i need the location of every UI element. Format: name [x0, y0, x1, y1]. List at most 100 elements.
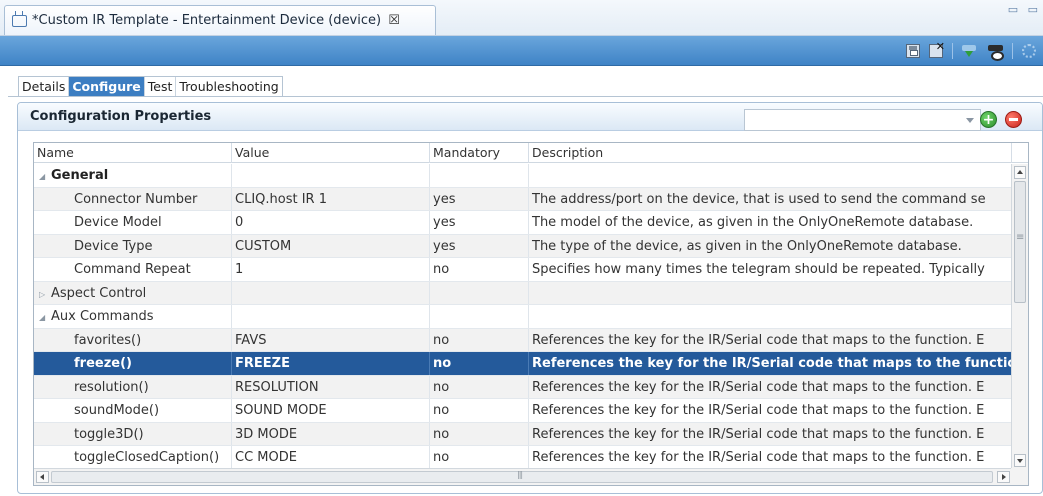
column-header-description[interactable]: Description: [529, 143, 1012, 163]
scroll-down-icon[interactable]: [1014, 454, 1026, 467]
settings-button[interactable]: [1019, 41, 1039, 61]
row-name: Connector Number: [74, 191, 198, 207]
cell-description: References the key for the IR/Serial cod…: [529, 352, 1012, 375]
cell-value[interactable]: [232, 281, 430, 304]
cell-description: References the key for the IR/Serial cod…: [529, 446, 1012, 469]
table-row[interactable]: freeze() FREEZE no References the key for t…: [34, 352, 1012, 376]
cell-name: toggleClosedCaption(): [34, 446, 232, 469]
cell-mandatory: yes: [430, 234, 529, 257]
cell-value[interactable]: [232, 164, 430, 187]
add-button[interactable]: +: [980, 111, 997, 128]
cell-description: [529, 281, 1012, 304]
cell-value[interactable]: CLIQ.host IR 1: [232, 187, 430, 210]
cell-name: ▷ Aspect Control: [34, 281, 232, 305]
cell-mandatory: yes: [430, 187, 529, 210]
tab-test[interactable]: Test: [145, 77, 177, 96]
cell-value[interactable]: CUSTOM: [232, 234, 430, 257]
scroll-corner: [1011, 468, 1028, 485]
horizontal-scrollbar[interactable]: [34, 468, 1012, 485]
configuration-panel: Configuration Properties + Name Value Ma…: [17, 102, 1043, 494]
table-row[interactable]: resolution() RESOLUTION no References the k…: [34, 375, 1012, 399]
table-row[interactable]: favorites() FAVS no References the key for …: [34, 328, 1012, 352]
cell-name: Device Type: [34, 234, 232, 257]
table-row[interactable]: toggleClosedCaption() CC MODE no References…: [34, 446, 1012, 470]
vertical-scroll-thumb[interactable]: [1014, 181, 1026, 303]
tab-configure[interactable]: Configure: [69, 77, 145, 96]
cell-value[interactable]: 3D MODE: [232, 422, 430, 445]
cell-name: Connector Number: [34, 187, 232, 210]
cell-value[interactable]: FREEZE: [232, 352, 430, 375]
cell-description: References the key for the IR/Serial cod…: [529, 422, 1012, 445]
cell-mandatory: no: [430, 375, 529, 398]
cell-value[interactable]: 1: [232, 258, 430, 281]
save-close-button[interactable]: [926, 40, 946, 61]
column-header-mandatory[interactable]: Mandatory: [430, 143, 529, 163]
table-row[interactable]: Device Type CUSTOM yes The type of the devi…: [34, 234, 1012, 258]
cell-name: ◢ General: [34, 164, 232, 187]
toolbar: [0, 36, 1043, 66]
cell-value[interactable]: [232, 305, 430, 328]
row-name: Device Type: [74, 238, 153, 254]
cell-description: References the key for the IR/Serial cod…: [529, 399, 1012, 422]
row-name: Device Model: [74, 215, 162, 230]
cell-value[interactable]: SOUND MODE: [232, 399, 430, 422]
scroll-left-icon[interactable]: [36, 471, 49, 483]
cell-name: soundMode(): [34, 399, 232, 422]
cell-description: [529, 164, 1012, 187]
column-header-value[interactable]: Value: [232, 143, 430, 163]
cell-description: The type of the device, as given in the …: [529, 234, 1012, 257]
cell-value[interactable]: CC MODE: [232, 446, 430, 469]
scroll-up-icon[interactable]: [1014, 166, 1026, 179]
row-name: toggle3D(): [74, 426, 144, 442]
grid-header: Name Value Mandatory Description: [34, 143, 1028, 163]
filter-dropdown[interactable]: [744, 109, 981, 131]
cell-mandatory: no: [430, 258, 529, 281]
expand-icon[interactable]: ▷: [39, 283, 51, 305]
cell-value[interactable]: RESOLUTION: [232, 375, 430, 398]
tab-troubleshooting[interactable]: Troubleshooting: [176, 77, 281, 96]
collapse-icon[interactable]: ◢: [39, 165, 51, 187]
cell-description: [529, 305, 1012, 328]
table-row[interactable]: Command Repeat 1 no Specifies how many time…: [34, 258, 1012, 282]
table-row[interactable]: soundMode() SOUND MODE no References the ke…: [34, 399, 1012, 423]
download-button[interactable]: [959, 41, 979, 61]
group-row[interactable]: ◢ General: [34, 164, 1012, 188]
cell-value[interactable]: 0: [232, 211, 430, 234]
cell-mandatory: no: [430, 422, 529, 445]
panel-title: Configuration Properties: [30, 109, 212, 124]
tab-details[interactable]: Details: [19, 77, 70, 96]
row-name: resolution(): [74, 379, 149, 395]
cell-name: resolution(): [34, 375, 232, 398]
table-row[interactable]: Device Model 0 yes The model of the device,…: [34, 211, 1012, 235]
vertical-scrollbar[interactable]: [1011, 164, 1028, 469]
row-name: soundMode(): [74, 403, 160, 418]
remote-button[interactable]: [985, 41, 1005, 61]
chevron-down-icon[interactable]: [966, 118, 974, 123]
close-icon[interactable]: ☒: [387, 14, 401, 28]
cell-name: toggle3D(): [34, 422, 232, 445]
toolbar-separator: [952, 43, 953, 59]
editor-tab-title: *Custom IR Template - Entertainment Devi…: [32, 13, 382, 28]
row-name: Aspect Control: [51, 285, 147, 301]
group-row[interactable]: ◢ Aux Commands: [34, 305, 1012, 329]
window-controls[interactable]: ▭ ▭: [1008, 3, 1041, 16]
collapse-icon[interactable]: ◢: [39, 306, 51, 328]
cell-name: Command Repeat: [34, 258, 232, 281]
column-header-name[interactable]: Name: [34, 143, 232, 163]
group-row[interactable]: ▷ Aspect Control: [34, 281, 1012, 305]
cell-mandatory: [430, 305, 529, 328]
panel-header: Configuration Properties +: [18, 103, 1042, 131]
remove-button[interactable]: [1005, 111, 1022, 128]
cell-name: ◢ Aux Commands: [34, 305, 232, 328]
cell-description: References the key for the IR/Serial cod…: [529, 375, 1012, 398]
cell-mandatory: [430, 281, 529, 304]
save-close-icon: [929, 40, 945, 58]
horizontal-scroll-thumb[interactable]: [51, 470, 993, 483]
scroll-right-icon[interactable]: [997, 471, 1010, 483]
table-row[interactable]: Connector Number CLIQ.host IR 1 yes The add…: [34, 187, 1012, 211]
editor-tab[interactable]: *Custom IR Template - Entertainment Devi…: [4, 5, 436, 35]
cell-description: References the key for the IR/Serial cod…: [529, 328, 1012, 351]
save-button[interactable]: [903, 41, 923, 61]
cell-value[interactable]: FAVS: [232, 328, 430, 351]
table-row[interactable]: toggle3D() 3D MODE no References the key fo…: [34, 422, 1012, 446]
